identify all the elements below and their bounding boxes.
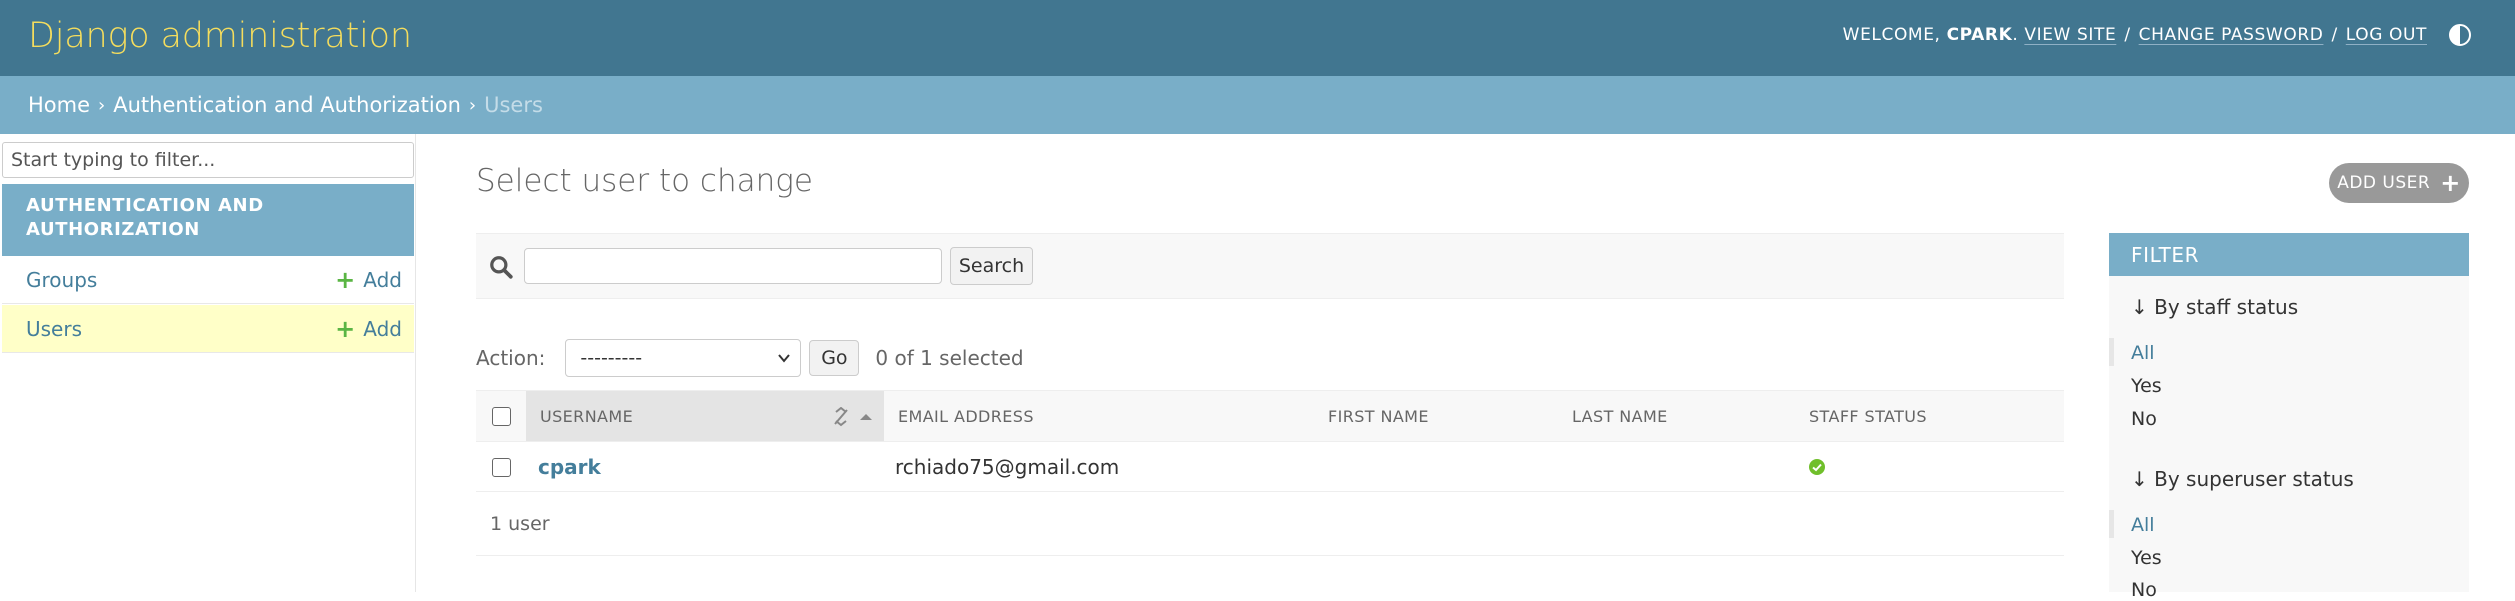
site-header: Django administration WELCOME, CPARK . V… <box>0 0 2515 76</box>
plus-icon: + <box>335 314 356 343</box>
filter-group-title-staff[interactable]: ↓ By staff status <box>2131 295 2298 319</box>
user-tools: WELCOME, CPARK . VIEW SITE / CHANGE PASS… <box>1843 24 2471 46</box>
breadcrumb-app[interactable]: Authentication and Authorization <box>113 93 461 117</box>
filter-staff-yes[interactable]: Yes <box>2131 375 2162 397</box>
filter-selected-indicator <box>2109 338 2114 366</box>
sidebar-item-groups: Groups + Add <box>2 256 414 304</box>
add-group-link[interactable]: + Add <box>335 268 402 292</box>
sidebar: AUTHENTICATION AND AUTHORIZATION Groups … <box>0 134 416 592</box>
view-site-link[interactable]: VIEW SITE <box>2024 25 2116 45</box>
column-label: EMAIL ADDRESS <box>898 406 1034 426</box>
breadcrumb: Home › Authentication and Authorization … <box>0 76 2515 134</box>
log-out-link[interactable]: LOG OUT <box>2346 25 2427 45</box>
app-header-auth[interactable]: AUTHENTICATION AND AUTHORIZATION <box>2 184 414 256</box>
row-select-checkbox[interactable] <box>491 457 511 477</box>
filter-panel: FILTER ↓ By staff status All Yes No ↓ By… <box>2109 233 2469 601</box>
actions-bar: Action: --------- Go 0 of 1 selected <box>476 338 1024 378</box>
search-toolbar: Search <box>476 233 2064 299</box>
select-all-cell <box>476 391 526 441</box>
add-user-label: Add <box>363 316 402 341</box>
table-row: cpark rchiado75@gmail.com <box>476 442 2064 492</box>
email-cell: rchiado75@gmail.com <box>895 442 1119 492</box>
paginator: 1 user <box>476 492 2064 556</box>
add-user-link[interactable]: + Add <box>335 317 402 341</box>
separator: / <box>2124 25 2131 45</box>
breadcrumb-current: Users <box>484 93 543 117</box>
username-cell: cpark <box>538 442 601 492</box>
sidebar-item-users-link[interactable]: Users <box>26 317 82 341</box>
filter-group-title-superuser[interactable]: ↓ By superuser status <box>2131 467 2354 491</box>
sort-remove-icon[interactable] <box>832 407 850 427</box>
add-group-label: Add <box>363 267 402 292</box>
select-all-checkbox[interactable] <box>491 406 511 426</box>
filter-selected-indicator <box>2109 510 2114 538</box>
theme-toggle-icon[interactable] <box>2449 24 2471 46</box>
sort-controls <box>832 407 874 427</box>
filter-staff-all[interactable]: All <box>2131 342 2155 364</box>
column-header-last-name[interactable]: LAST NAME <box>1572 391 1802 441</box>
add-user-button[interactable]: ADD USER + <box>2329 163 2469 203</box>
staff-status-cell <box>1809 442 1825 492</box>
column-label: USERNAME <box>540 406 634 426</box>
site-title[interactable]: Django administration <box>28 16 412 56</box>
results-table: USERNAME EMAIL ADDRESS FIRST NAME LAST N… <box>476 390 2064 556</box>
separator: / <box>2331 25 2338 45</box>
welcome-text: WELCOME, <box>1842 25 1941 45</box>
column-header-email[interactable]: EMAIL ADDRESS <box>898 391 1308 441</box>
filter-header: FILTER <box>2109 233 2469 276</box>
column-header-staff-status[interactable]: STAFF STATUS <box>1809 391 2049 441</box>
filter-superuser-no[interactable]: No <box>2131 579 2157 601</box>
email-value: rchiado75@gmail.com <box>895 455 1120 479</box>
action-select[interactable]: --------- <box>565 339 802 377</box>
column-label: LAST NAME <box>1572 406 1668 426</box>
filter-superuser-all[interactable]: All <box>2131 514 2155 536</box>
go-button[interactable]: Go <box>809 340 860 376</box>
breadcrumb-home[interactable]: Home <box>28 93 90 117</box>
column-header-first-name[interactable]: FIRST NAME <box>1328 391 1568 441</box>
action-select-value: --------- <box>580 347 643 369</box>
sidebar-item-groups-link[interactable]: Groups <box>26 268 97 292</box>
table-header: USERNAME EMAIL ADDRESS FIRST NAME LAST N… <box>476 390 2064 442</box>
add-user-button-label: ADD USER <box>2337 173 2431 193</box>
column-label: STAFF STATUS <box>1809 406 1927 426</box>
plus-icon: + <box>2440 169 2461 197</box>
plus-icon: + <box>335 265 356 294</box>
filter-superuser-yes[interactable]: Yes <box>2131 547 2162 569</box>
action-label: Action: <box>476 346 546 370</box>
search-icon <box>490 256 513 279</box>
row-select-cell <box>476 442 526 492</box>
search-button[interactable]: Search <box>950 247 1033 285</box>
username-link[interactable]: cpark <box>538 455 601 479</box>
check-circle-icon <box>1809 459 1825 475</box>
chevron-down-icon <box>778 354 791 363</box>
column-label: FIRST NAME <box>1328 406 1429 426</box>
breadcrumb-separator: › <box>468 94 477 116</box>
page-title: Select user to change <box>476 163 813 199</box>
column-header-username[interactable]: USERNAME <box>526 391 884 441</box>
result-count: 1 user <box>490 512 550 535</box>
action-counter: 0 of 1 selected <box>875 346 1024 370</box>
filter-staff-no[interactable]: No <box>2131 408 2157 430</box>
sort-ascending-icon[interactable] <box>858 411 874 423</box>
change-password-link[interactable]: CHANGE PASSWORD <box>2139 25 2324 45</box>
breadcrumb-separator: › <box>98 94 106 116</box>
sidebar-item-users: Users + Add <box>2 305 414 353</box>
search-input[interactable] <box>524 248 942 284</box>
current-username: CPARK <box>1946 25 2013 45</box>
sidebar-filter-input[interactable] <box>2 142 414 178</box>
